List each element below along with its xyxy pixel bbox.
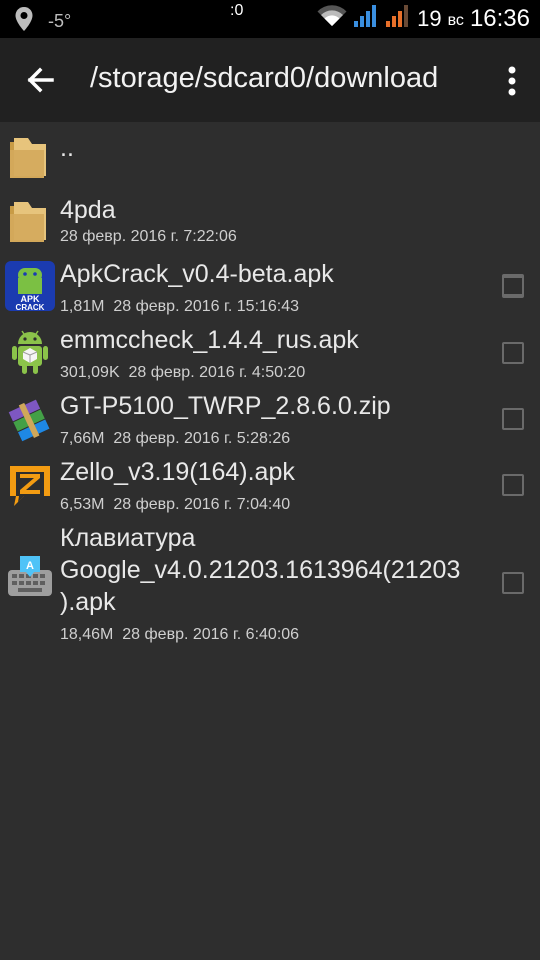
signal-sim2-icon — [385, 4, 411, 33]
select-checkbox[interactable] — [502, 572, 524, 594]
wifi-icon — [317, 5, 347, 32]
svg-text:A: A — [26, 560, 34, 572]
file-list: .. 4pda 28 февр. 2016 г. 7:22:06 — [0, 122, 540, 296]
date-weekday: вс — [447, 11, 464, 29]
list-item-emmccheck[interactable]: emmccheck_1.4.4_rus.apk 301,09K 28 февр.… — [0, 322, 540, 388]
file-date: 28 февр. 2016 г. 5:28:26 — [113, 430, 291, 447]
current-path-title: /storage/sdcard0/download — [90, 62, 439, 94]
file-name: 4pda — [60, 196, 116, 224]
status-bar: -5° :0 19 вс 16:36 — [0, 0, 540, 38]
file-size: 6,53M — [60, 496, 105, 513]
list-item-google-keyboard[interactable]: A Клавиатура Google_v4.0.21203.1613964(2… — [0, 520, 540, 650]
file-meta: 18,46M 28 февр. 2016 г. 6:40:06 — [60, 626, 299, 644]
clock-time: 16:36 — [469, 4, 530, 32]
select-checkbox[interactable] — [502, 474, 524, 496]
select-checkbox[interactable] — [502, 408, 524, 430]
file-size: 18,46M — [60, 626, 114, 643]
file-size: 301,09K — [60, 364, 120, 381]
svg-text:CRACK: CRACK — [16, 303, 45, 312]
file-size: 1,81M — [60, 298, 105, 315]
file-name: GT-P5100_TWRP_2.8.6.0.zip — [60, 392, 391, 420]
more-vert-icon — [508, 66, 516, 96]
file-name: Zello_v3.19(164).apk — [60, 458, 295, 486]
google-keyboard-icon: A — [4, 554, 56, 606]
apkcrack-app-icon: APK CRACK — [4, 260, 56, 312]
file-date: 28 февр. 2016 г. 7:04:40 — [113, 496, 291, 513]
file-date: 28 февр. 2016 г. 7:22:06 — [60, 228, 237, 245]
status-center-text: :0 — [230, 2, 244, 19]
folder-icon — [4, 130, 56, 182]
file-name: emmccheck_1.4.4_rus.apk — [60, 326, 359, 354]
list-item-zello[interactable]: Zello_v3.19(164).apk 6,53M 28 февр. 2016… — [0, 454, 540, 520]
file-date: 28 февр. 2016 г. 15:16:43 — [113, 298, 300, 315]
file-meta: 7,66M 28 февр. 2016 г. 5:28:26 — [60, 430, 290, 448]
list-item-twrp-zip[interactable]: GT-P5100_TWRP_2.8.6.0.zip 7,66M 28 февр.… — [0, 388, 540, 454]
file-size: 7,66M — [60, 430, 105, 447]
file-meta: 1,81M 28 февр. 2016 г. 15:16:43 — [60, 298, 299, 316]
list-item-parent-folder[interactable]: .. — [0, 122, 540, 186]
overflow-menu-button[interactable] — [504, 64, 520, 98]
temperature-text: -5° — [48, 11, 72, 31]
file-meta: 301,09K 28 февр. 2016 г. 4:50:20 — [60, 364, 305, 382]
android-robot-icon — [4, 326, 56, 378]
select-checkbox[interactable] — [502, 276, 524, 298]
list-item-4pda[interactable]: 4pda 28 февр. 2016 г. 7:22:06 — [0, 186, 540, 296]
arrow-back-icon — [27, 67, 54, 93]
file-name: Клавиатура Google_v4.0.21203.1613964(212… — [60, 524, 461, 616]
location-pin-icon — [14, 6, 34, 37]
date-day: 19 — [417, 5, 442, 31]
winrar-archive-icon — [4, 394, 56, 446]
list-item-apkcrack[interactable]: APK CRACK ApkCrack_v0.4-beta.apk 1,81M 2… — [0, 256, 540, 322]
select-checkbox[interactable] — [502, 342, 524, 364]
signal-sim1-icon — [353, 4, 379, 33]
file-meta: 6,53M 28 февр. 2016 г. 7:04:40 — [60, 496, 290, 514]
file-name: ApkCrack_v0.4-beta.apk — [60, 260, 334, 288]
file-date: 28 февр. 2016 г. 6:40:06 — [122, 626, 300, 643]
file-name: .. — [60, 134, 74, 162]
back-button[interactable] — [22, 62, 62, 98]
action-bar: /storage/sdcard0/download — [0, 38, 540, 122]
file-date: 28 февр. 2016 г. 4:50:20 — [128, 364, 306, 381]
zello-app-icon — [4, 458, 56, 510]
folder-icon — [4, 194, 56, 246]
